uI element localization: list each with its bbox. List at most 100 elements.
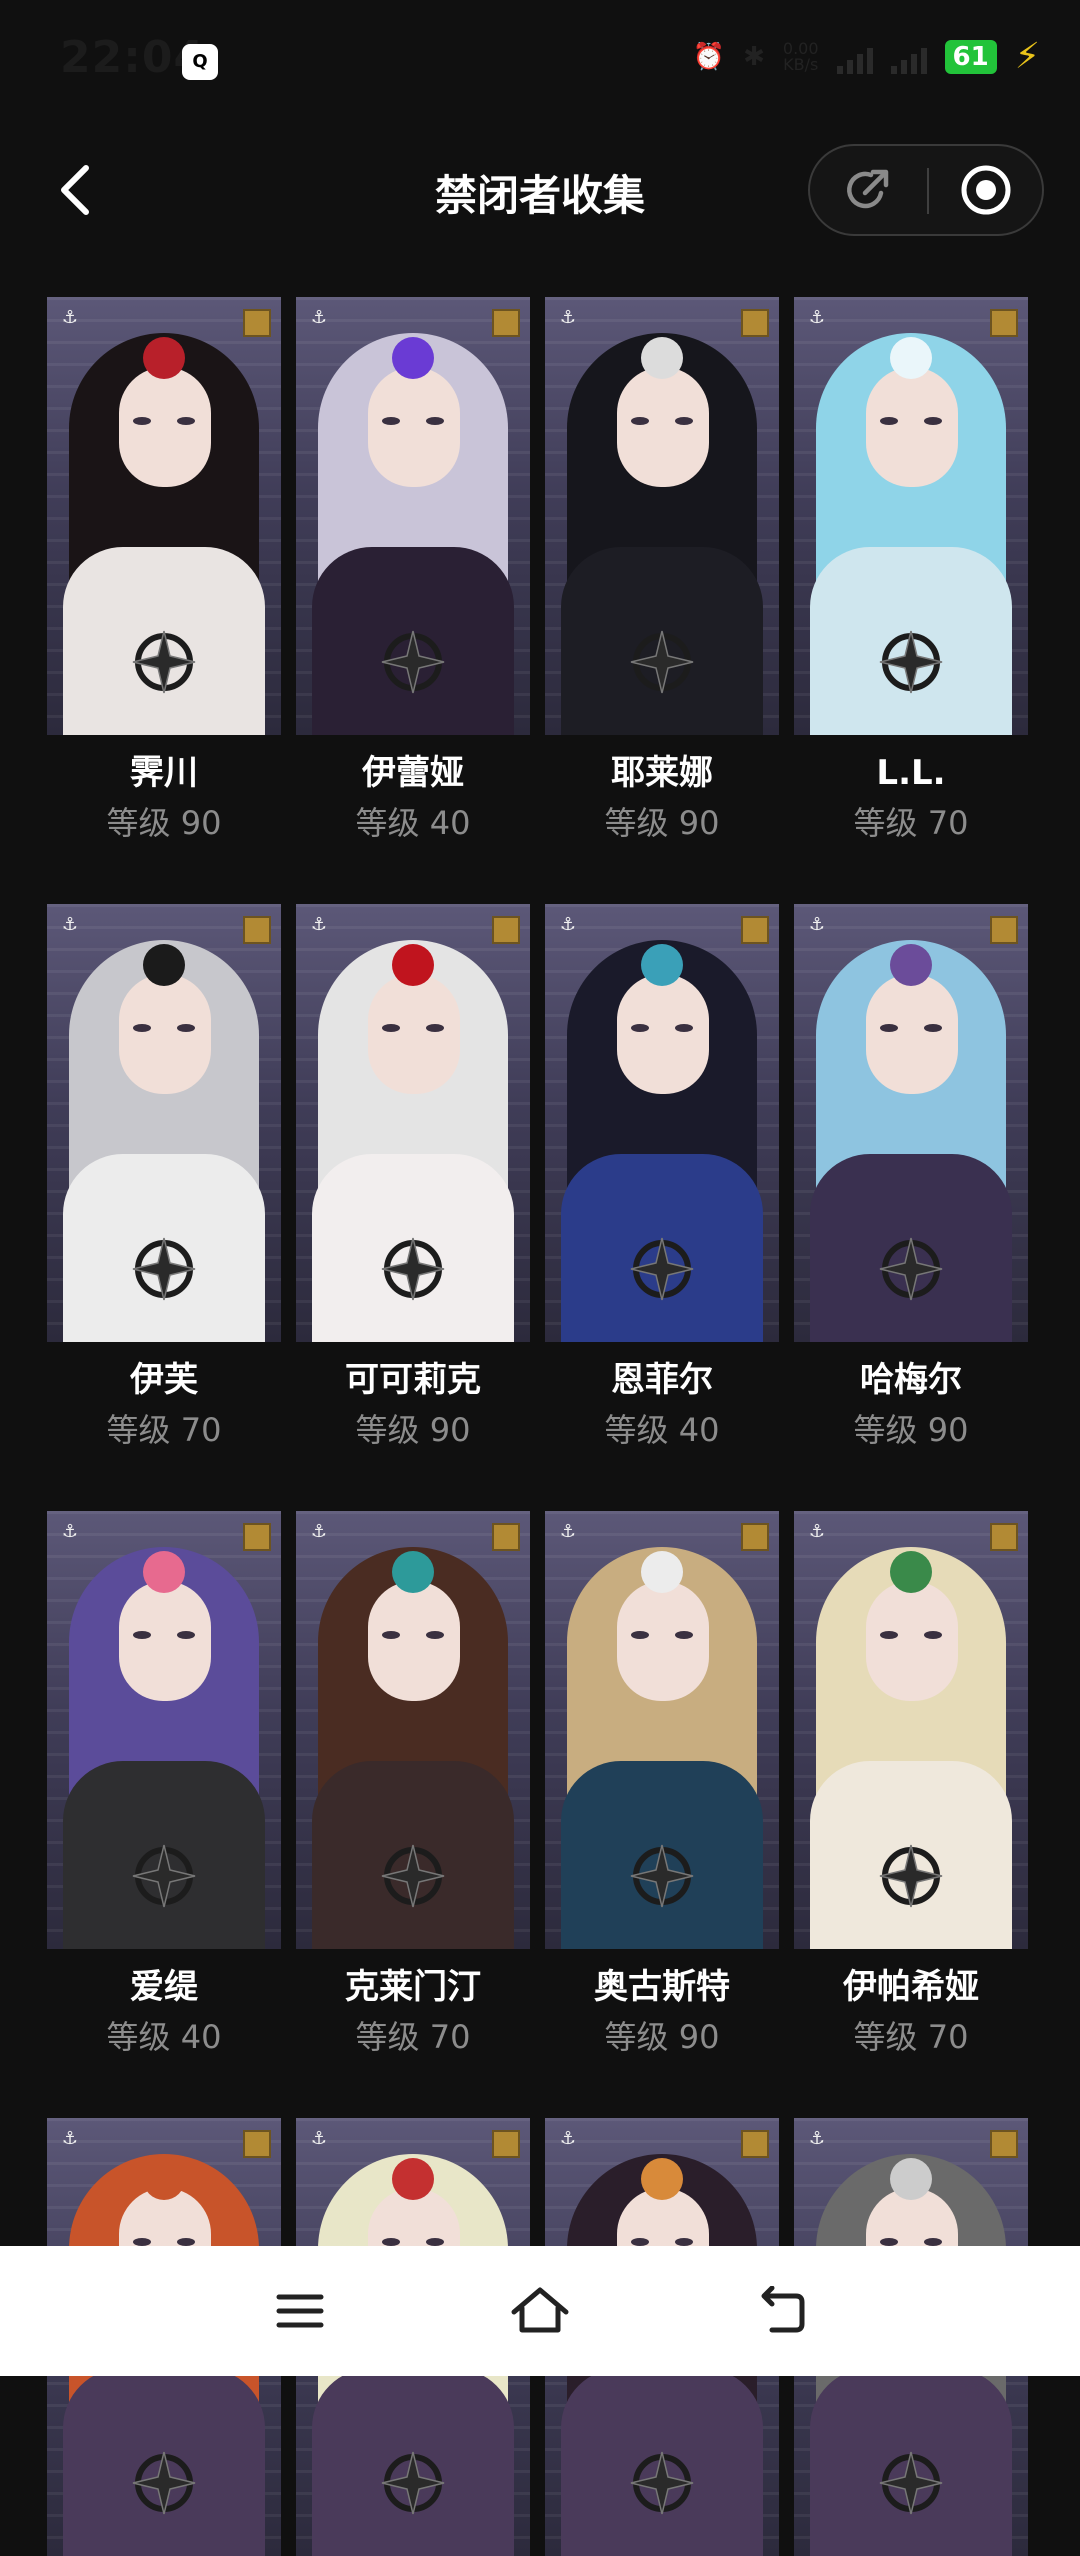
network-speed-unit: KB/s [783, 54, 819, 74]
character-card[interactable]: ⚓ 伊芙 等级 70 [47, 904, 281, 1450]
character-level: 等级 70 [853, 804, 969, 842]
portrait-left-eye [133, 417, 151, 425]
faction-icon: ⚓ [310, 1521, 328, 1542]
portrait-right-eye [924, 417, 942, 425]
character-portrait: ⚓ [47, 904, 281, 1342]
faction-icon: ⚓ [559, 914, 577, 935]
portrait-right-eye [177, 2238, 195, 2246]
character-card[interactable]: ⚓ 霁川 等级 90 [47, 297, 281, 843]
status-bar: 22:04 Q ⏰ ✱ 0.00 KB/s 61 ⚡ [0, 0, 1080, 110]
portrait-accent [143, 1551, 185, 1593]
miniapp-capsule [808, 144, 1044, 236]
battery-indicator: 61 [944, 39, 997, 74]
rank-badge-icon [243, 2130, 271, 2158]
portrait-left-eye [382, 417, 400, 425]
character-level: 等级 40 [106, 2018, 222, 2056]
faction-icon: ⚓ [808, 307, 826, 328]
rank-badge-icon [492, 2130, 520, 2158]
character-card[interactable]: ⚓ 恩菲尔 等级 40 [545, 904, 779, 1450]
character-name: 爱缇 [130, 1967, 198, 2007]
character-card[interactable]: ⚓ 克莱门汀 等级 70 [296, 1511, 530, 2057]
portrait-left-eye [880, 1631, 898, 1639]
character-portrait: ⚓ [296, 904, 530, 1342]
faction-icon: ⚓ [808, 2128, 826, 2149]
character-portrait: ⚓ [296, 297, 530, 735]
portrait-face [617, 974, 709, 1094]
faction-icon: ⚓ [310, 914, 328, 935]
character-portrait: ⚓ [296, 1511, 530, 1949]
portrait-right-eye [426, 417, 444, 425]
star-emblem-icon [381, 630, 445, 694]
portrait-accent [143, 944, 185, 986]
portrait-face [119, 367, 211, 487]
character-name: 伊芙 [130, 1360, 198, 1400]
character-card[interactable]: ⚓ L.L. 等级 70 [794, 297, 1028, 843]
character-name: 奥古斯特 [594, 1967, 730, 2007]
close-button[interactable] [928, 146, 1044, 234]
star-emblem-icon [132, 1844, 196, 1908]
character-portrait: ⚓ [545, 297, 779, 735]
rank-badge-icon [243, 1523, 271, 1551]
portrait-accent [392, 944, 434, 986]
faction-icon: ⚓ [61, 2128, 79, 2149]
rank-badge-icon [492, 1523, 520, 1551]
star-emblem-icon [879, 630, 943, 694]
star-emblem-icon [630, 1844, 694, 1908]
return-button[interactable] [740, 2276, 820, 2346]
character-card[interactable]: ⚓ 耶莱娜 等级 90 [545, 297, 779, 843]
share-button[interactable] [810, 146, 926, 234]
rank-badge-icon [741, 1523, 769, 1551]
alarm-icon: ⏰ [692, 41, 726, 72]
portrait-accent [641, 2158, 683, 2200]
faction-icon: ⚓ [310, 2128, 328, 2149]
home-button[interactable] [500, 2276, 580, 2346]
share-icon [847, 169, 889, 209]
portrait-right-eye [177, 1631, 195, 1639]
portrait-right-eye [675, 417, 693, 425]
portrait-right-eye [426, 1631, 444, 1639]
character-portrait: ⚓ [545, 904, 779, 1342]
character-name: 霁川 [130, 753, 198, 793]
star-emblem-icon [630, 2451, 694, 2515]
home-icon [511, 2287, 569, 2333]
character-card[interactable]: ⚓ 伊帕希娅 等级 70 [794, 1511, 1028, 2057]
menu-button[interactable] [260, 2276, 340, 2346]
character-portrait: ⚓ [47, 1511, 281, 1949]
faction-icon: ⚓ [61, 914, 79, 935]
faction-icon: ⚓ [808, 914, 826, 935]
character-card[interactable]: ⚓ 奥古斯特 等级 90 [545, 1511, 779, 2057]
portrait-right-eye [924, 1024, 942, 1032]
star-emblem-icon [879, 1237, 943, 1301]
character-card[interactable]: ⚓ 哈梅尔 等级 90 [794, 904, 1028, 1450]
portrait-left-eye [631, 2238, 649, 2246]
portrait-accent [392, 1551, 434, 1593]
rank-badge-icon [741, 309, 769, 337]
character-card[interactable]: ⚓ 爱缇等级 40 [47, 1511, 281, 2057]
character-name: 恩菲尔 [611, 1360, 713, 1400]
character-name: 可可莉克 [345, 1360, 481, 1400]
portrait-face [617, 367, 709, 487]
character-level: 等级 70 [355, 2018, 471, 2056]
portrait-face [119, 1581, 211, 1701]
star-emblem-icon [381, 2451, 445, 2515]
character-level: 等级 70 [853, 2018, 969, 2056]
portrait-accent [890, 944, 932, 986]
header: 禁闭者收集 [0, 140, 1080, 240]
system-navigation-bar [0, 2246, 1080, 2376]
portrait-left-eye [133, 1631, 151, 1639]
star-emblem-icon [630, 1237, 694, 1301]
star-emblem-icon [879, 2451, 943, 2515]
star-emblem-icon [132, 1237, 196, 1301]
character-card[interactable]: ⚓ 可可莉克 等级 90 [296, 904, 530, 1450]
character-card[interactable]: ⚓ 伊蕾娅 等级 40 [296, 297, 530, 843]
faction-icon: ⚓ [559, 307, 577, 328]
character-portrait: ⚓ [794, 904, 1028, 1342]
portrait-right-eye [924, 2238, 942, 2246]
portrait-right-eye [177, 417, 195, 425]
network-speed: 0.00 KB/s [783, 40, 819, 74]
target-close-icon [961, 165, 1011, 215]
rank-badge-icon [243, 916, 271, 944]
portrait-face [866, 1581, 958, 1701]
character-portrait: ⚓ [794, 1511, 1028, 1949]
rank-badge-icon [741, 2130, 769, 2158]
